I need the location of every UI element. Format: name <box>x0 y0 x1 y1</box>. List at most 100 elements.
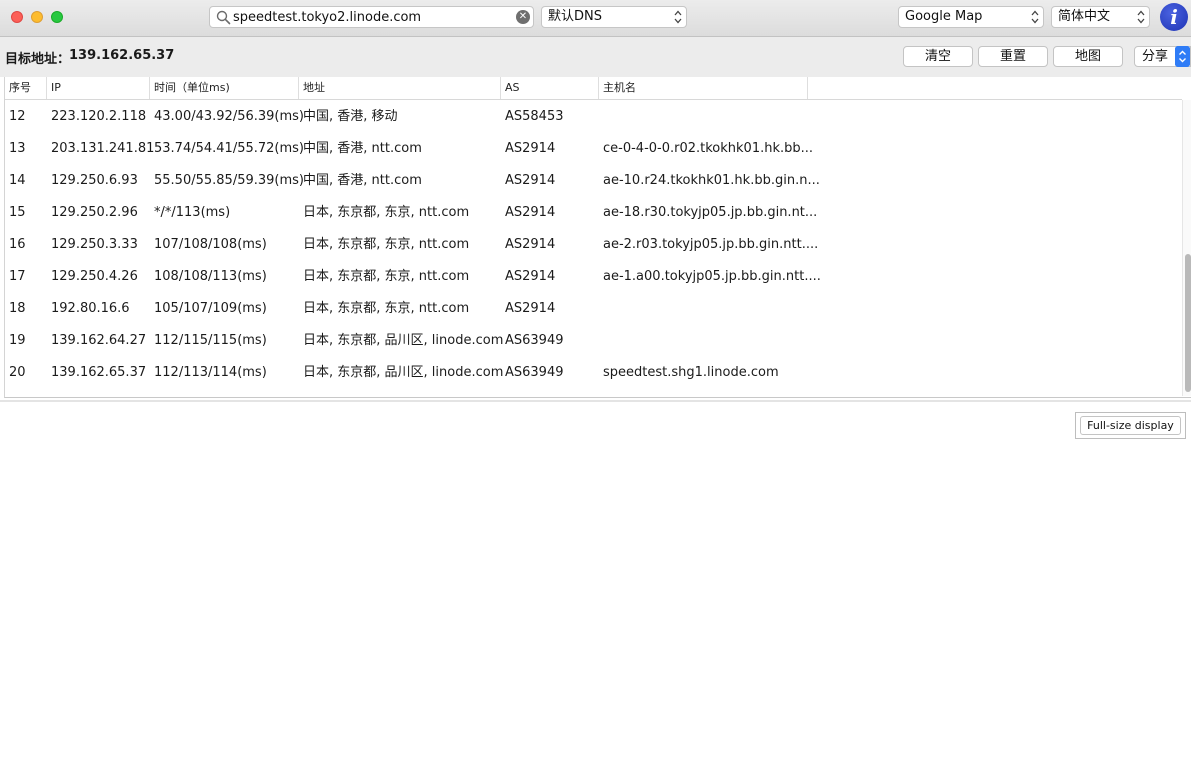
table-row[interactable]: 15 129.250.2.96 */*/113(ms) 日本, 东京都, 东京, nt… <box>5 197 1182 229</box>
select-arrows-icon <box>1137 10 1145 24</box>
cell-address: 中国, 香港, 移动 <box>303 109 398 124</box>
language-select[interactable]: 简体中文 <box>1051 6 1150 28</box>
cell-hostname <box>599 101 808 133</box>
column-header-time[interactable]: 时间（单位ms) <box>150 77 299 99</box>
cell-address: 日本, 东京都, 东京, ntt.com <box>303 301 470 316</box>
cell-as: AS2914 <box>505 205 556 220</box>
share-button[interactable]: 分享 <box>1134 46 1191 67</box>
cell-index: 19 <box>9 333 26 348</box>
cell-hostname: ae-1.a00.tokyjp05.jp.bb.gin.ntt.... <box>603 269 821 284</box>
info-icon[interactable]: i <box>1160 3 1188 31</box>
cell-ip: 129.250.4.26 <box>51 269 138 284</box>
column-header-address[interactable]: 地址 <box>299 77 501 99</box>
full-size-display-button[interactable]: Full-size display <box>1080 416 1181 435</box>
cell-hostname <box>599 293 808 325</box>
dns-select[interactable]: 默认DNS <box>541 6 687 28</box>
split-divider[interactable] <box>0 400 1191 402</box>
cell-ip: 223.120.2.118 <box>51 109 147 124</box>
clear-search-icon[interactable]: ✕ <box>516 10 530 24</box>
reset-button[interactable]: 重置 <box>978 46 1048 67</box>
cell-index: 18 <box>9 301 26 316</box>
target-host-input[interactable] <box>233 8 503 26</box>
language-value: 简体中文 <box>1058 9 1111 24</box>
cell-as: AS2914 <box>505 269 556 284</box>
table-header: 序号 IP 时间（单位ms) 地址 AS 主机名 <box>5 77 1182 100</box>
cell-time: */*/113(ms) <box>154 205 231 220</box>
cell-address: 日本, 东京都, 品川区, linode.com <box>303 365 504 380</box>
target-search-field[interactable]: ✕ <box>209 6 534 28</box>
cell-ip: 139.162.65.37 <box>51 365 147 380</box>
cell-as: AS58453 <box>505 109 564 124</box>
cell-as: AS63949 <box>505 333 564 348</box>
cell-address: 中国, 香港, ntt.com <box>303 173 422 188</box>
dns-select-value: 默认DNS <box>548 9 602 24</box>
share-label: 分享 <box>1142 49 1169 64</box>
cell-ip: 129.250.2.96 <box>51 205 138 220</box>
cell-as: AS2914 <box>505 237 556 252</box>
select-arrows-icon <box>674 10 682 24</box>
map-provider-value: Google Map <box>905 9 983 24</box>
cell-time: 112/115/115(ms) <box>154 333 267 348</box>
cell-ip: 129.250.6.93 <box>51 173 138 188</box>
cell-hostname: speedtest.shg1.linode.com <box>603 365 779 380</box>
select-arrows-icon <box>1031 10 1039 24</box>
map-provider-select[interactable]: Google Map <box>898 6 1044 28</box>
cell-index: 13 <box>9 141 26 156</box>
table-row[interactable]: 12 223.120.2.118 43.00/43.92/56.39(ms) 中国, … <box>5 101 1182 133</box>
cell-time: 108/108/113(ms) <box>154 269 267 284</box>
cell-index: 17 <box>9 269 26 284</box>
cell-time: 107/108/108(ms) <box>154 237 267 252</box>
map-button[interactable]: 地图 <box>1053 46 1123 67</box>
cell-index: 12 <box>9 109 26 124</box>
target-bar: 目标地址： 139.162.65.37 清空 重置 地图 分享 <box>0 37 1191 77</box>
cell-index: 15 <box>9 205 26 220</box>
target-label: 目标地址： <box>5 52 71 67</box>
column-header-as[interactable]: AS <box>501 77 599 99</box>
table-row[interactable]: 17 129.250.4.26 108/108/113(ms) 日本, 东京都, 东京… <box>5 261 1182 293</box>
column-header-index[interactable]: 序号 <box>5 77 47 99</box>
table-scrollbar[interactable] <box>1182 100 1191 396</box>
cell-time: 55.50/55.85/59.39(ms) <box>154 173 304 188</box>
table-row[interactable]: 13 203.131.241.81 53.74/54.41/55.72(ms) 中国,… <box>5 133 1182 165</box>
cell-ip: 129.250.3.33 <box>51 237 138 252</box>
table-row[interactable]: 14 129.250.6.93 55.50/55.85/59.39(ms) 中国, 香… <box>5 165 1182 197</box>
cell-ip: 203.131.241.81 <box>51 141 155 156</box>
table-row[interactable]: 16 129.250.3.33 107/108/108(ms) 日本, 东京都, 东京… <box>5 229 1182 261</box>
cell-hostname <box>599 325 808 357</box>
cell-hostname: ae-18.r30.tokyjp05.jp.bb.gin.nt... <box>603 205 818 220</box>
cell-time: 112/113/114(ms) <box>154 365 267 380</box>
cell-hostname: ce-0-4-0-0.r02.tkokhk01.hk.bb... <box>603 141 814 156</box>
cell-as: AS2914 <box>505 141 556 156</box>
cell-address: 日本, 东京都, 东京, ntt.com <box>303 237 470 252</box>
traceroute-table: 序号 IP 时间（单位ms) 地址 AS 主机名 12 223.120.2.118… <box>4 77 1191 398</box>
table-row[interactable]: 19 139.162.64.27 112/115/115(ms) 日本, 东京都, 品… <box>5 325 1182 357</box>
share-dropdown-arrows-icon[interactable] <box>1175 46 1190 67</box>
cell-as: AS2914 <box>505 173 556 188</box>
table-row[interactable]: 18 192.80.16.6 105/107/109(ms) 日本, 东京都, 东京,… <box>5 293 1182 325</box>
clear-button[interactable]: 清空 <box>903 46 973 67</box>
cell-time: 53.74/54.41/55.72(ms) <box>154 141 304 156</box>
column-header-hostname[interactable]: 主机名 <box>599 77 808 99</box>
cell-address: 中国, 香港, ntt.com <box>303 141 422 156</box>
cell-ip: 139.162.64.27 <box>51 333 147 348</box>
cell-as: AS2914 <box>505 301 556 316</box>
minimize-window-button[interactable] <box>31 11 43 23</box>
fullsize-container: Full-size display <box>1075 412 1186 439</box>
cell-hostname: ae-2.r03.tokyjp05.jp.bb.gin.ntt.... <box>603 237 819 252</box>
cell-index: 20 <box>9 365 26 380</box>
cell-as: AS63949 <box>505 365 564 380</box>
cell-hostname: ae-10.r24.tkokhk01.hk.bb.gin.n... <box>603 173 820 188</box>
close-window-button[interactable] <box>11 11 23 23</box>
table-row[interactable]: 20 139.162.65.37 112/113/114(ms) 日本, 东京都, 品… <box>5 357 1182 389</box>
cell-time: 43.00/43.92/56.39(ms) <box>154 109 304 124</box>
cell-index: 16 <box>9 237 26 252</box>
window-toolbar: ✕ 默认DNS Google Map 简体中文 i <box>0 0 1191 37</box>
cell-address: 日本, 东京都, 东京, ntt.com <box>303 269 470 284</box>
scrollbar-thumb[interactable] <box>1185 254 1191 392</box>
cell-address: 日本, 东京都, 品川区, linode.com <box>303 333 504 348</box>
search-icon <box>216 10 231 25</box>
cell-ip: 192.80.16.6 <box>51 301 130 316</box>
cell-address: 日本, 东京都, 东京, ntt.com <box>303 205 470 220</box>
zoom-window-button[interactable] <box>51 11 63 23</box>
column-header-ip[interactable]: IP <box>47 77 150 99</box>
